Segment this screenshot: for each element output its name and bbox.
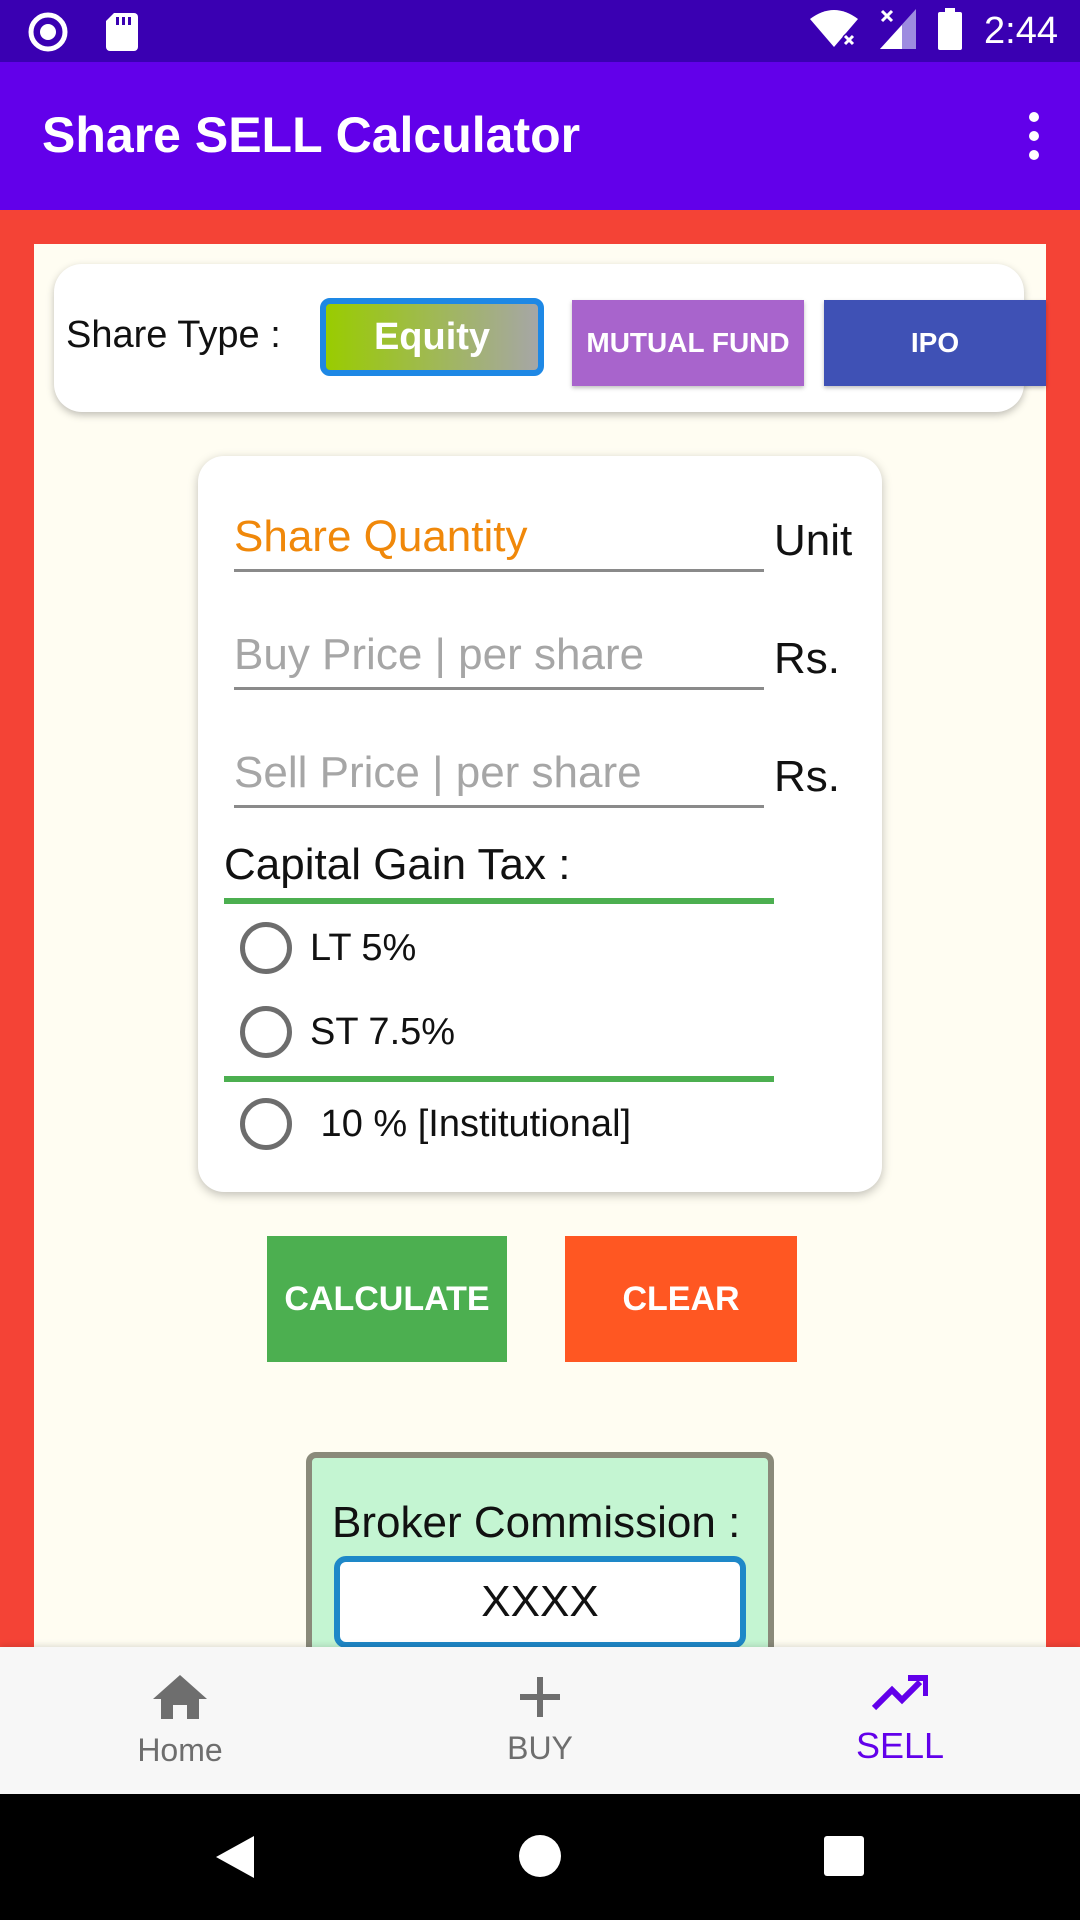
status-time: 2:44 — [984, 10, 1058, 52]
sd-card-icon — [106, 13, 138, 56]
radio-institutional[interactable]: 10 % [Institutional] — [240, 1098, 631, 1150]
plus-icon — [518, 1675, 562, 1724]
nav-buy-label: BUY — [507, 1729, 573, 1766]
nav-sell[interactable]: SELL — [720, 1647, 1080, 1794]
radio-label: 10 % [Institutional] — [310, 1102, 632, 1145]
sell-price-input[interactable]: Sell Price | per share — [234, 744, 764, 808]
radio-label: ST 7.5% — [310, 1010, 456, 1053]
battery-icon — [938, 8, 963, 55]
wifi-icon — [810, 9, 859, 54]
nav-buy[interactable]: BUY — [360, 1647, 720, 1794]
content-frame: Share Type : Equity MUTUAL FUND IPO Shar… — [0, 210, 1080, 1647]
divider — [224, 898, 774, 904]
broker-commission-card: Broker Commission : XXXX — [306, 1452, 774, 1647]
nav-home[interactable]: Home — [0, 1647, 360, 1794]
ipo-button[interactable]: IPO — [824, 300, 1046, 386]
signal-icon — [880, 9, 917, 54]
buy-price-unit-label: Rs. — [774, 634, 840, 683]
system-navigation-bar — [0, 1794, 1080, 1920]
radio-label: LT 5% — [310, 926, 417, 969]
calculator-form: Share Quantity Unit Buy Price | per shar… — [198, 456, 882, 1192]
nav-home-label: Home — [137, 1731, 223, 1768]
share-type-label: Share Type : — [66, 314, 281, 356]
buy-price-input[interactable]: Buy Price | per share — [234, 626, 764, 690]
broker-commission-value: XXXX — [334, 1556, 746, 1647]
home-circle-icon[interactable] — [518, 1834, 562, 1883]
radio-button-icon[interactable] — [240, 1006, 292, 1058]
page-title: Share SELL Calculator — [42, 107, 581, 163]
status-bar: 2:44 — [0, 0, 1080, 62]
sell-price-unit-label: Rs. — [774, 752, 840, 801]
quantity-unit-label: Unit — [774, 516, 853, 565]
bottom-navigation: Home BUY SELL — [0, 1647, 1080, 1794]
radio-button-icon[interactable] — [240, 922, 292, 974]
trending-up-icon — [871, 1674, 929, 1719]
content-area[interactable]: Share Type : Equity MUTUAL FUND IPO Shar… — [34, 244, 1046, 1647]
radio-button-icon[interactable] — [240, 1098, 292, 1150]
more-vert-icon[interactable] — [1014, 106, 1054, 166]
recents-icon[interactable] — [824, 1836, 864, 1881]
radio-st-7-5[interactable]: ST 7.5% — [240, 1006, 455, 1058]
divider — [224, 1076, 774, 1082]
back-icon[interactable] — [214, 1834, 256, 1885]
broker-commission-label: Broker Commission : — [332, 1498, 741, 1547]
share-type-card: Share Type : Equity MUTUAL FUND IPO — [54, 264, 1046, 412]
nav-sell-label: SELL — [855, 1725, 945, 1766]
radio-lt-5[interactable]: LT 5% — [240, 922, 416, 974]
app-bar: Share SELL Calculator — [0, 62, 1080, 210]
calculate-button[interactable]: CALCULATE — [267, 1236, 507, 1362]
home-icon — [151, 1673, 209, 1726]
radio-icon — [28, 12, 68, 57]
equity-button[interactable]: Equity — [320, 298, 544, 376]
mutual-fund-button[interactable]: MUTUAL FUND — [572, 300, 804, 386]
capital-gain-tax-title: Capital Gain Tax : — [224, 840, 571, 889]
clear-button[interactable]: CLEAR — [565, 1236, 797, 1362]
share-quantity-input[interactable]: Share Quantity — [234, 508, 764, 572]
